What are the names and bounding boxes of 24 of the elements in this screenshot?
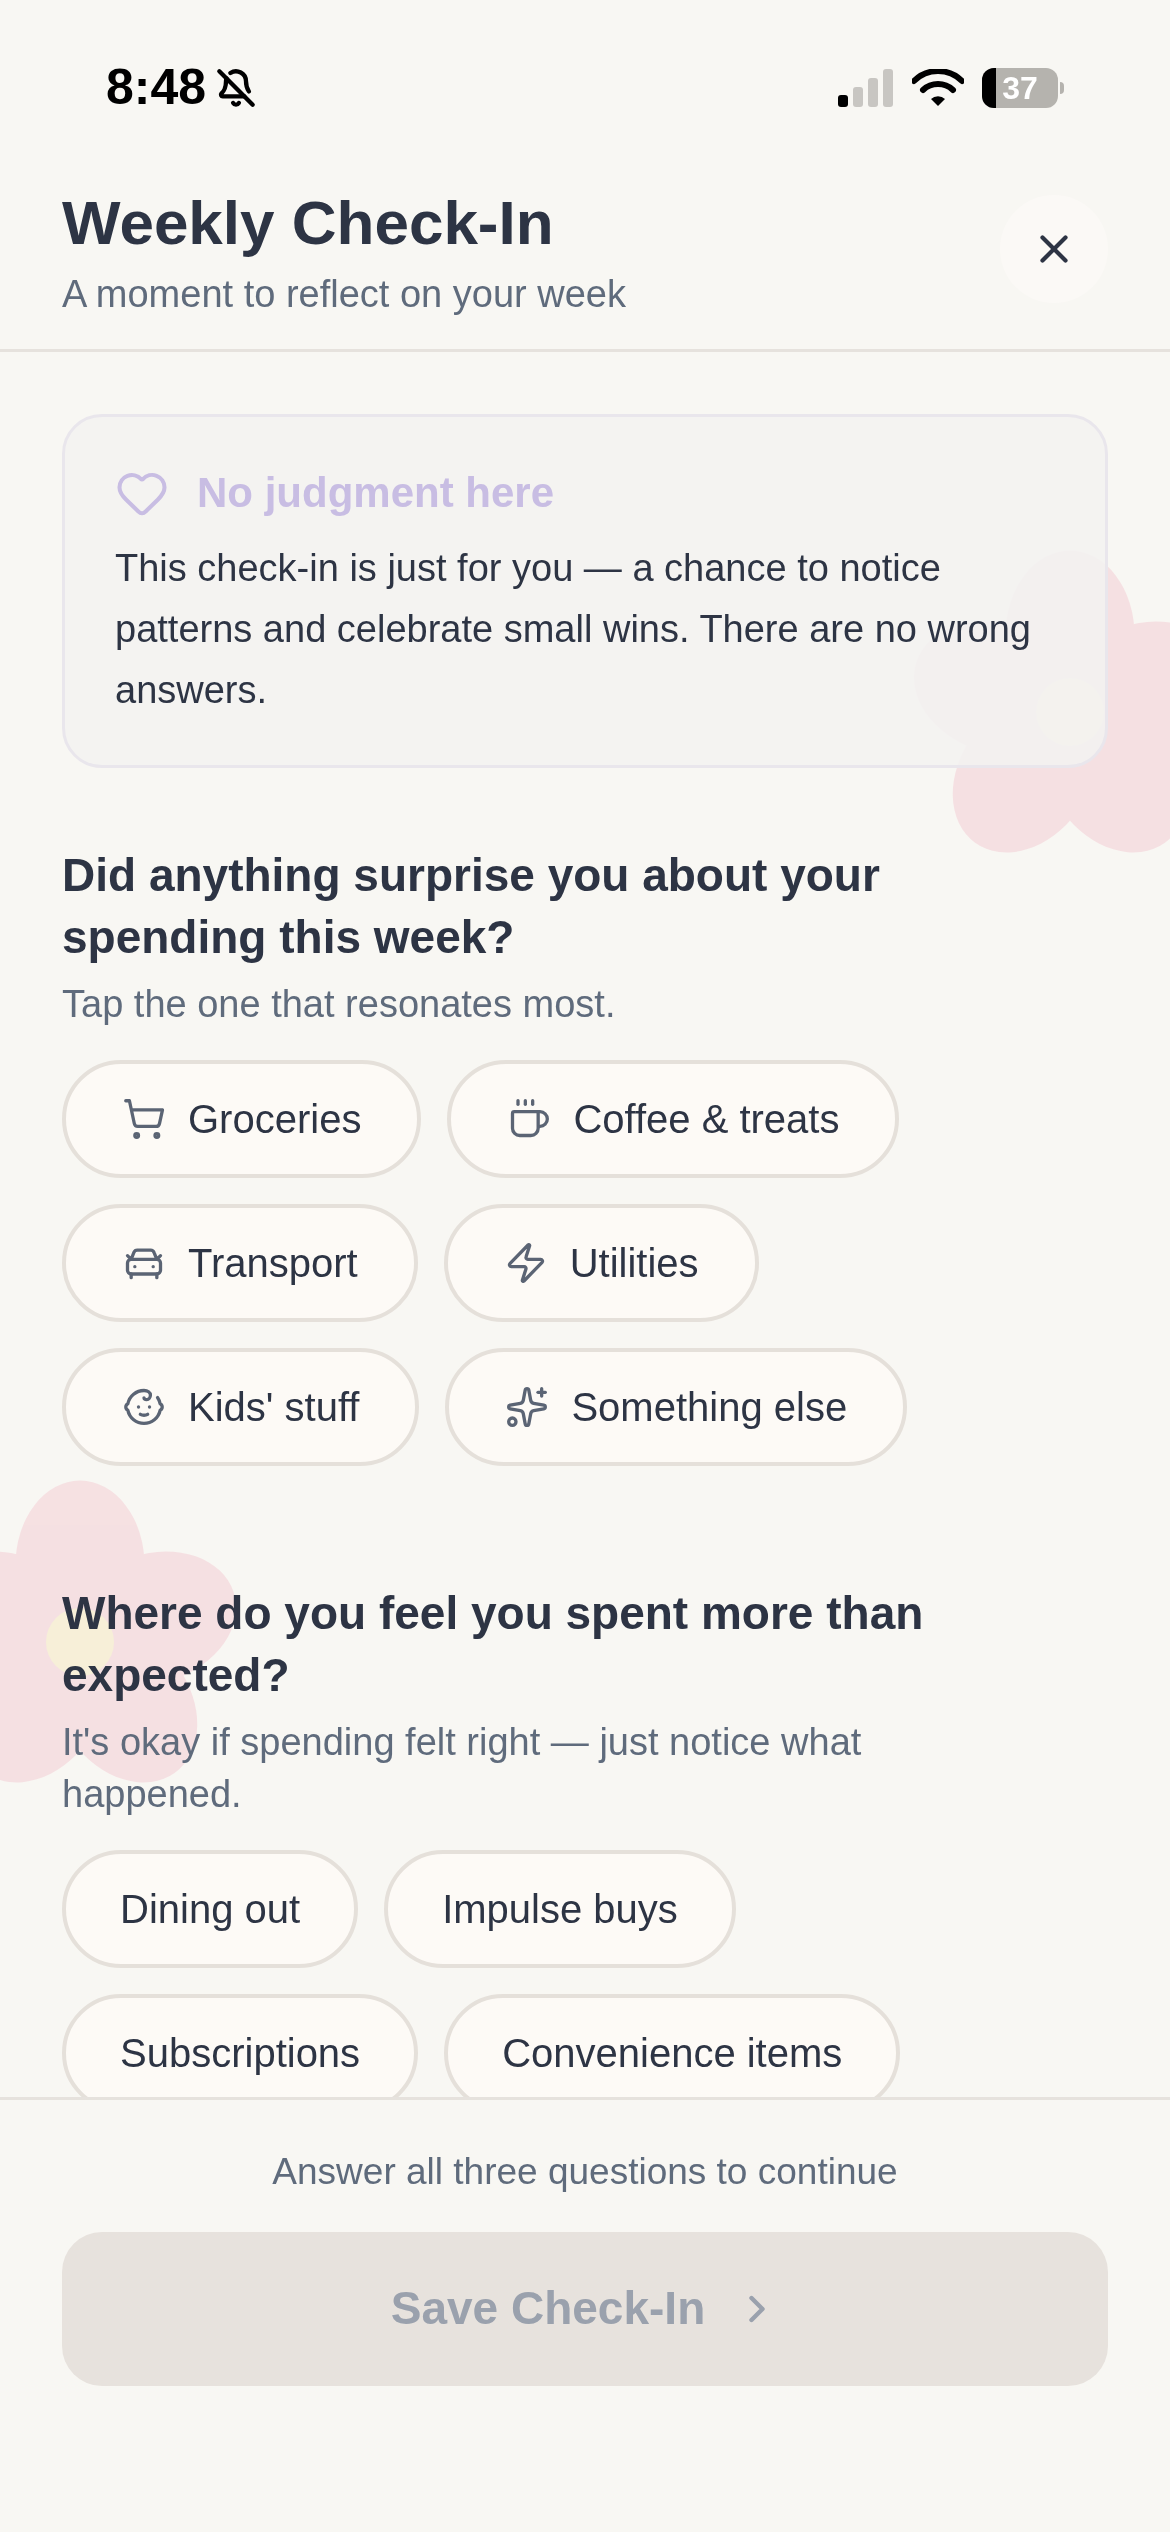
notice-text: This check-in is just for you — a chance to notice patterns and celebrate small wins. There are no wrong answers. <box>115 546 1032 713</box>
page-subtitle: A moment to reflect on your week <box>62 272 626 317</box>
question-hint: Tap the one that resonates most. <box>62 982 617 1027</box>
question-title: Where do you feel you spent more than expected? <box>62 1586 925 1703</box>
bell-off-icon <box>216 67 257 108</box>
sparkle-icon <box>505 1385 550 1429</box>
wifi-icon <box>912 68 964 107</box>
footer-message: Answer all three questions to continue <box>272 2150 898 2194</box>
option-chip[interactable]: Convenience items <box>444 1994 901 2097</box>
option-chip[interactable]: Impulse buys <box>384 1850 736 1968</box>
option-chip[interactable]: Dining out <box>62 1850 359 1968</box>
option-chip[interactable]: Subscriptions <box>62 1994 419 2097</box>
question-hint: It's okay if spending felt right — just notice what happened. <box>62 1720 863 1817</box>
option-chip[interactable]: Groceries <box>62 1060 422 1178</box>
option-chip[interactable]: Coffee & treats <box>447 1060 900 1178</box>
question-title: Did anything surprise you about your spending this week? <box>62 848 881 965</box>
signal-icon <box>838 68 894 107</box>
option-chip[interactable]: Something else <box>445 1348 908 1466</box>
page-title: Weekly Check-In <box>62 187 555 259</box>
option-chip[interactable]: Kids' stuff <box>62 1348 420 1466</box>
option-chip[interactable]: Transport <box>62 1204 418 1322</box>
option-chip[interactable]: Utilities <box>443 1204 759 1322</box>
cart-icon <box>122 1097 166 1141</box>
status-time: 8:48 <box>106 58 207 117</box>
